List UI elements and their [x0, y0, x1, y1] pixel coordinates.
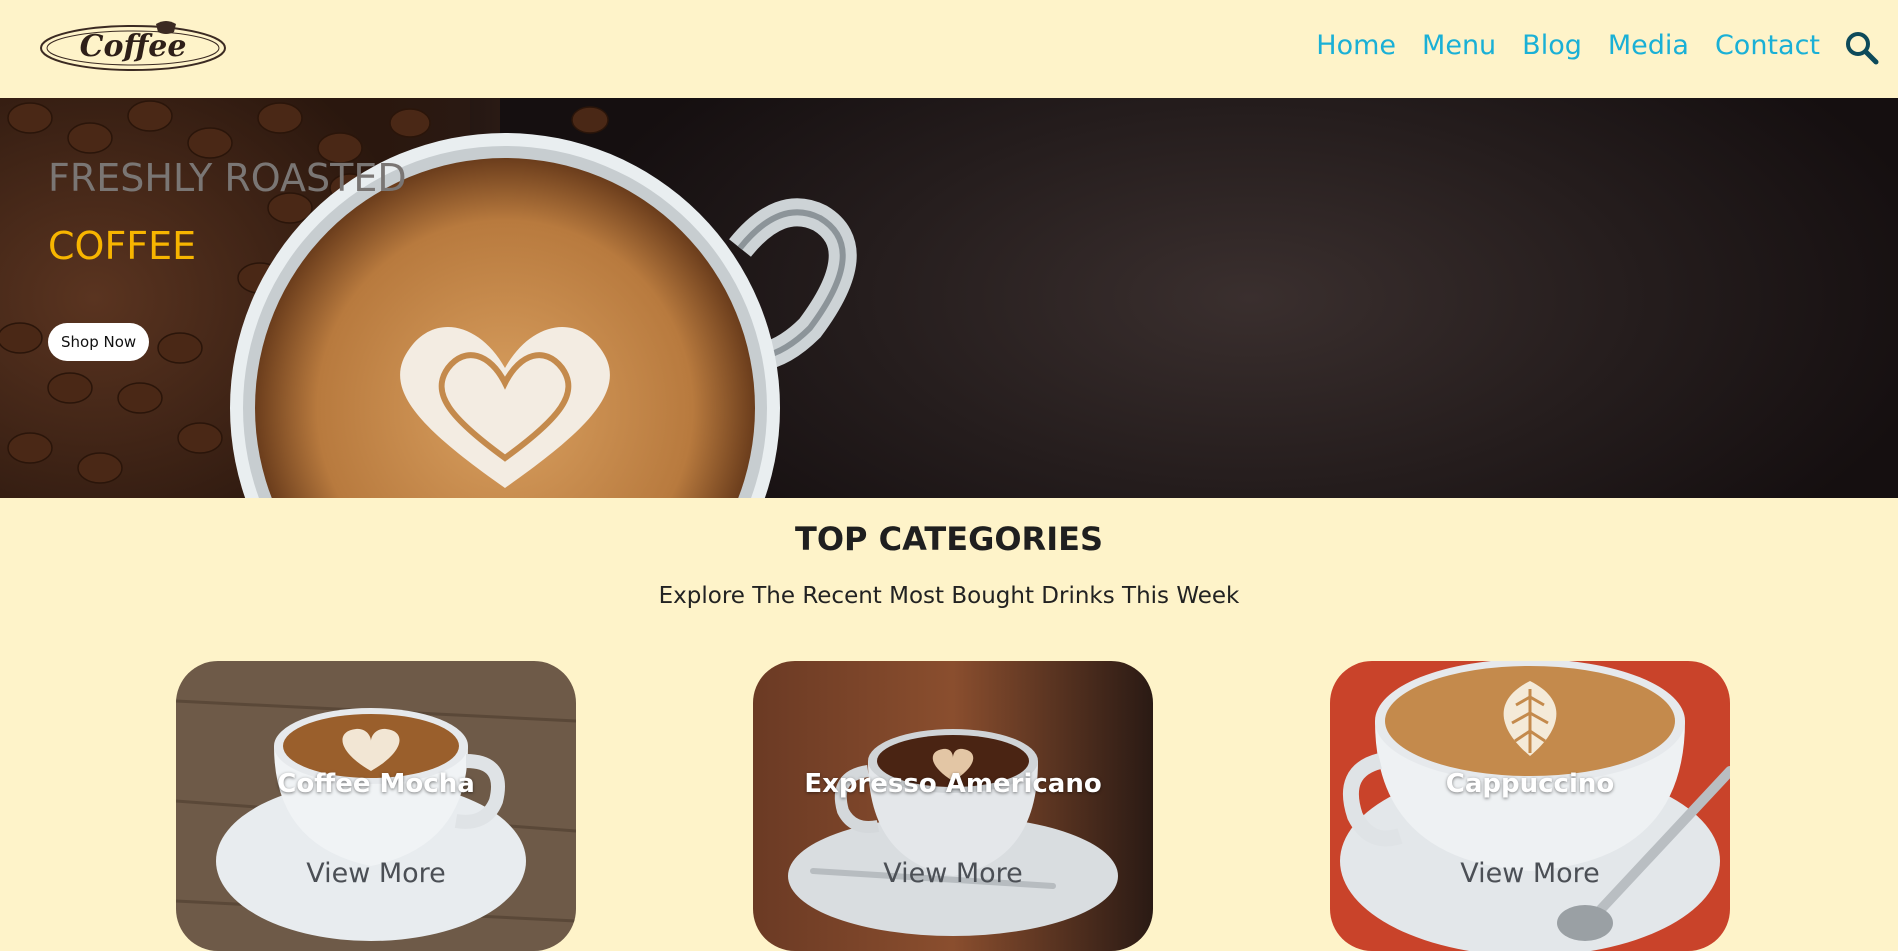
svg-text:Coffee: Coffee [80, 29, 187, 64]
hero-title-line1: FRESHLY ROASTED [48, 156, 407, 200]
card-title: Expresso Americano [804, 769, 1102, 799]
shop-now-button[interactable]: Shop Now [48, 323, 150, 361]
hero-title-line2: COFFEE [48, 224, 197, 268]
hero-banner: FRESHLY ROASTED COFFEE Shop Now [0, 98, 1898, 498]
card-title: Coffee Mocha [277, 769, 475, 799]
site-header: Coffee Home Menu Blog Media Contact [0, 0, 1898, 98]
nav-blog[interactable]: Blog [1522, 30, 1582, 61]
nav-menu[interactable]: Menu [1422, 30, 1496, 61]
category-card-coffee-mocha[interactable]: Coffee Mocha View More [176, 661, 576, 951]
view-more-link[interactable]: View More [753, 858, 1153, 889]
cappuccino-image [1330, 661, 1730, 951]
view-more-link[interactable]: View More [176, 858, 576, 889]
category-card-cappuccino[interactable]: Cappuccino View More [1330, 661, 1730, 951]
nav-media[interactable]: Media [1608, 30, 1689, 61]
nav-home[interactable]: Home [1316, 30, 1396, 61]
view-more-link[interactable]: View More [1330, 858, 1730, 889]
category-card-expresso-americano[interactable]: Expresso Americano View More [753, 661, 1153, 951]
categories-subtitle: Explore The Recent Most Bought Drinks Th… [658, 583, 1240, 609]
expresso-americano-image [753, 661, 1153, 951]
coffee-logo[interactable]: Coffee [38, 18, 228, 74]
search-icon[interactable] [1844, 30, 1880, 66]
main-nav: Home Menu Blog Media Contact [1316, 30, 1820, 61]
coffee-mocha-image [176, 661, 576, 951]
categories-title: TOP CATEGORIES [795, 520, 1103, 558]
nav-contact[interactable]: Contact [1715, 30, 1820, 61]
card-title: Cappuccino [1445, 769, 1615, 799]
